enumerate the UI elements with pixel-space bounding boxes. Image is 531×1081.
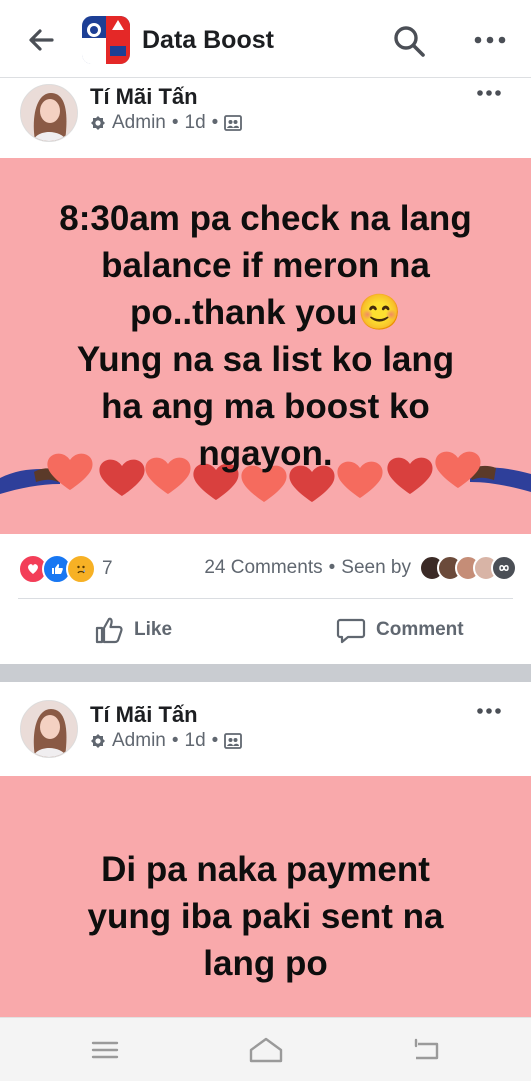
group-title[interactable]: Data Boost bbox=[142, 26, 274, 55]
post-card: Tí Mãi Tấn Admin • 1d • 8:30am pa check … bbox=[0, 78, 531, 664]
divider bbox=[18, 598, 513, 599]
post-meta: Admin • 1d • bbox=[90, 730, 243, 752]
comment-label: Comment bbox=[376, 619, 464, 640]
author-name[interactable]: Tí Mãi Tấn bbox=[90, 84, 198, 110]
more-options-icon[interactable] bbox=[470, 28, 510, 52]
meta-separator: • bbox=[211, 112, 219, 133]
back-arrow-icon[interactable] bbox=[26, 25, 56, 55]
post-card: Tí Mãi Tấn Admin • 1d • Di pa naka payme… bbox=[0, 682, 531, 1017]
stats-separator: • bbox=[328, 557, 336, 578]
system-navigation-bar bbox=[0, 1017, 531, 1081]
top-app-bar: Data Boost bbox=[0, 0, 531, 78]
meta-separator: • bbox=[171, 730, 179, 751]
post-time[interactable]: 1d bbox=[185, 730, 206, 752]
reactions-summary[interactable]: 7 bbox=[18, 554, 113, 584]
home-icon[interactable] bbox=[248, 1036, 284, 1064]
group-audience-icon bbox=[224, 733, 243, 749]
post-text-line: Di pa naka payment bbox=[101, 850, 430, 889]
sad-reaction-icon bbox=[66, 554, 96, 584]
post-text-line: ngayon. bbox=[198, 434, 333, 473]
seen-by-label[interactable]: Seen by bbox=[341, 557, 411, 579]
author-role: Admin bbox=[112, 112, 166, 133]
author-avatar[interactable] bbox=[20, 84, 78, 142]
seen-by-avatars[interactable] bbox=[419, 555, 517, 581]
search-icon[interactable] bbox=[392, 24, 426, 58]
comments-count[interactable]: 24 Comments bbox=[204, 557, 322, 579]
post-separator bbox=[0, 664, 531, 682]
author-avatar[interactable] bbox=[20, 700, 78, 758]
reaction-count: 7 bbox=[102, 558, 113, 579]
comment-bubble-icon bbox=[336, 618, 366, 644]
admin-badge-icon bbox=[91, 116, 105, 130]
post-text-line: 8:30am pa check na lang bbox=[59, 199, 472, 238]
comment-button[interactable]: Comment bbox=[336, 615, 464, 645]
post-text-line: yung iba paki sent na bbox=[87, 897, 444, 936]
meta-separator: • bbox=[171, 112, 179, 133]
post-time[interactable]: 1d bbox=[185, 112, 206, 134]
post-text-line: ha ang ma boost ko bbox=[101, 387, 430, 426]
more-viewers-icon bbox=[491, 555, 517, 581]
like-label: Like bbox=[134, 619, 173, 640]
post-text-line: lang po bbox=[203, 944, 328, 983]
post-text-line: balance if meron na bbox=[101, 246, 430, 285]
meta-separator: • bbox=[211, 730, 219, 751]
group-thumbnail[interactable] bbox=[82, 16, 130, 64]
post-more-options-icon[interactable] bbox=[475, 86, 503, 100]
post-meta: Admin • 1d • bbox=[90, 112, 243, 134]
like-thumb-icon bbox=[95, 617, 123, 644]
group-audience-icon bbox=[224, 115, 243, 131]
author-role: Admin bbox=[112, 730, 166, 751]
back-nav-icon[interactable] bbox=[412, 1036, 442, 1064]
post-background-text: Di pa naka payment yung iba paki sent na… bbox=[0, 776, 531, 1017]
post-more-options-icon[interactable] bbox=[475, 704, 503, 718]
admin-badge-icon bbox=[91, 734, 105, 748]
author-name[interactable]: Tí Mãi Tấn bbox=[90, 702, 198, 728]
post-text-line: po..thank you😊 bbox=[129, 293, 402, 332]
post-text-line: Yung na sa list ko lang bbox=[76, 340, 455, 379]
recent-apps-icon[interactable] bbox=[90, 1036, 120, 1064]
post-stats: 24 Comments • Seen by bbox=[204, 555, 517, 581]
like-button[interactable]: Like bbox=[94, 615, 172, 645]
